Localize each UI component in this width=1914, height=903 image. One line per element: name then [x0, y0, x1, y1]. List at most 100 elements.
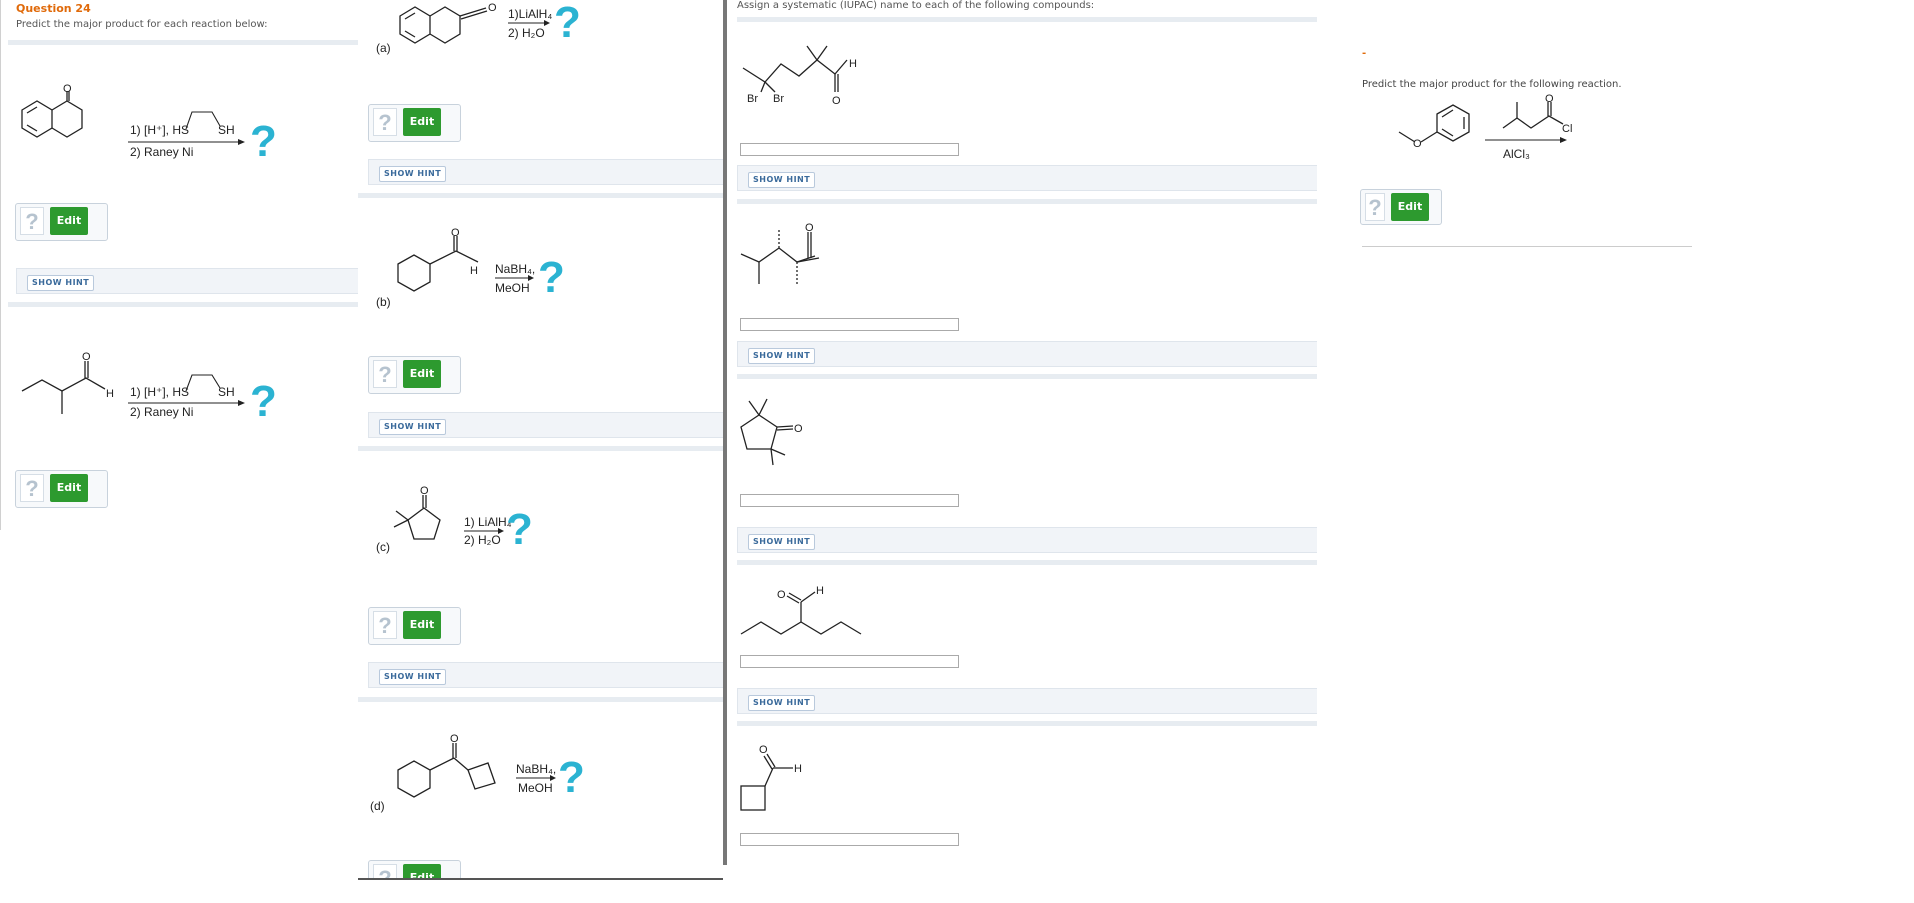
edit-button[interactable]: Edit — [403, 108, 441, 136]
reagent-1: NaBH₄, — [516, 762, 556, 776]
oxygen-atom: O — [777, 589, 786, 601]
show-hint-button[interactable]: SHOW HINT — [748, 172, 816, 188]
reaction-c-scheme: O 1) LiAlH₄ 2) H₂O ? (c) — [376, 485, 533, 554]
show-hint-button[interactable]: SHOW HINT — [748, 695, 816, 711]
reaction-2-scheme: O H 1) [H⁺], HS SH 2) Raney Ni ? — [21, 351, 277, 426]
hint-bar-2: SHOW HINT — [737, 341, 1317, 367]
hint-bar-3: SHOW HINT — [737, 527, 1317, 553]
hint-bar-a: SHOW HINT — [368, 159, 723, 185]
right-instruction: Assign a systematic (IUPAC) name to each… — [737, 0, 1095, 11]
show-hint-button[interactable]: SHOW HINT — [748, 348, 816, 364]
unknown-product-icon: ? — [506, 505, 533, 554]
oxygen-atom: O — [832, 95, 841, 107]
divider — [358, 697, 723, 702]
panel-bottom-rule — [1362, 246, 1692, 247]
oxygen-atom: O — [1413, 138, 1422, 150]
show-hint-button[interactable]: SHOW HINT — [379, 669, 447, 685]
divider — [737, 721, 1317, 726]
edit-button[interactable]: Edit — [403, 360, 441, 388]
anisole-structure — [1398, 104, 1470, 143]
reagent-line-1: 1) [H⁺], HS — [130, 123, 189, 137]
show-hint-button[interactable]: SHOW HINT — [748, 534, 816, 550]
reagent-1: NaBH₄, — [495, 262, 535, 276]
edit-button[interactable]: Edit — [403, 611, 441, 639]
compound-5-structure: O H — [740, 744, 802, 811]
divider — [737, 199, 1317, 204]
reagent-line-2: 2) Raney Ni — [130, 145, 193, 159]
edit-button[interactable]: Edit — [1391, 193, 1429, 221]
iupac-answer-input-3[interactable] — [740, 494, 959, 507]
oxygen-atom: O — [451, 227, 460, 239]
edit-button[interactable]: Edit — [50, 207, 88, 235]
question-instruction: Predict the major product for each react… — [16, 19, 268, 30]
answer-edit-box-a: ? Edit — [368, 104, 461, 142]
reagent-sh: SH — [218, 123, 235, 137]
iupac-answer-input-1[interactable] — [740, 143, 959, 156]
show-hint-button[interactable]: SHOW HINT — [27, 275, 95, 291]
red-dash: - — [1362, 48, 1367, 59]
unknown-product-icon: ? — [558, 753, 585, 802]
far-right-panel: - Predict the major product for the foll… — [1355, 0, 1695, 260]
answer-edit-box-2: ? Edit — [15, 470, 108, 508]
divider — [8, 302, 358, 307]
oxygen-atom: O — [794, 423, 803, 435]
oxygen-atom: O — [805, 222, 814, 234]
far-right-instruction: Predict the major product for the follow… — [1362, 79, 1622, 90]
oxygen-atom: O — [488, 2, 497, 14]
question-title: Question 24 — [16, 2, 91, 15]
iupac-answer-input-4[interactable] — [740, 655, 959, 668]
answer-edit-box-d: ? Edit — [368, 860, 461, 880]
compound-2-structure: O — [740, 222, 820, 284]
hydrogen-atom: H — [106, 388, 114, 400]
reagent-2: MeOH — [518, 781, 553, 795]
answer-edit-box-1: ? Edit — [15, 203, 108, 241]
reaction-label-c: (c) — [376, 540, 390, 554]
oxygen-atom: O — [420, 485, 429, 497]
acyl-chloride-structure — [1502, 102, 1564, 129]
unknown-answer-icon: ? — [373, 360, 397, 388]
divider — [737, 17, 1317, 22]
hydrogen-atom: H — [816, 585, 824, 597]
edit-button[interactable]: Edit — [50, 474, 88, 502]
unknown-answer-icon: ? — [20, 207, 44, 235]
aldehyde-structure — [21, 361, 106, 414]
reaction-d-scheme: O NaBH₄, MeOH ? (d) — [370, 733, 585, 813]
reagent-1: 1)LiAlH₄ — [508, 7, 552, 21]
hint-bar-1: SHOW HINT — [737, 165, 1317, 191]
reagent-1: 1) LiAlH₄ — [464, 515, 512, 529]
chlorine-atom: Cl — [1562, 123, 1572, 135]
unknown-answer-icon: ? — [20, 474, 44, 502]
reagent-sh: SH — [218, 385, 235, 399]
hint-bar-b: SHOW HINT — [368, 412, 723, 438]
reagent-2: 2) H₂O — [508, 26, 545, 40]
left-panel-border — [0, 0, 1, 530]
reaction-label-a: (a) — [376, 41, 391, 55]
unknown-product-icon: ? — [250, 117, 277, 166]
oxygen-atom: O — [450, 733, 459, 745]
divider — [8, 40, 358, 45]
tetralone-structure — [21, 91, 83, 138]
divider — [737, 560, 1317, 565]
beta-tetralone-structure — [399, 6, 488, 44]
show-hint-button[interactable]: SHOW HINT — [379, 166, 447, 182]
oxygen-atom: O — [82, 351, 91, 363]
bromine-atom: Br — [773, 93, 784, 105]
unknown-product-icon: ? — [250, 377, 277, 426]
reagent-line-1: 1) [H⁺], HS — [130, 385, 189, 399]
cyclohexanecarbaldehyde-structure — [397, 236, 479, 292]
bromine-atom: Br — [747, 93, 758, 105]
unknown-answer-icon: ? — [1365, 193, 1385, 221]
hydrogen-atom: H — [794, 763, 802, 775]
iupac-answer-input-2[interactable] — [740, 318, 959, 331]
middle-panel-bottom-line — [358, 878, 723, 880]
show-hint-button[interactable]: SHOW HINT — [379, 419, 447, 435]
reaction-b-scheme: O H NaBH₄, MeOH ? (b) — [376, 227, 565, 309]
compound-4-structure: O H — [740, 585, 862, 635]
iupac-answer-input-5[interactable] — [740, 833, 959, 846]
divider — [358, 193, 723, 198]
cyclohexyl-cyclobutyl-ketone-structure — [397, 743, 496, 798]
reagent-2: 2) H₂O — [464, 533, 501, 547]
compound-1-structure: Br Br O H — [742, 45, 857, 107]
reagent-line-2: 2) Raney Ni — [130, 405, 193, 419]
reaction-label-d: (d) — [370, 799, 385, 813]
